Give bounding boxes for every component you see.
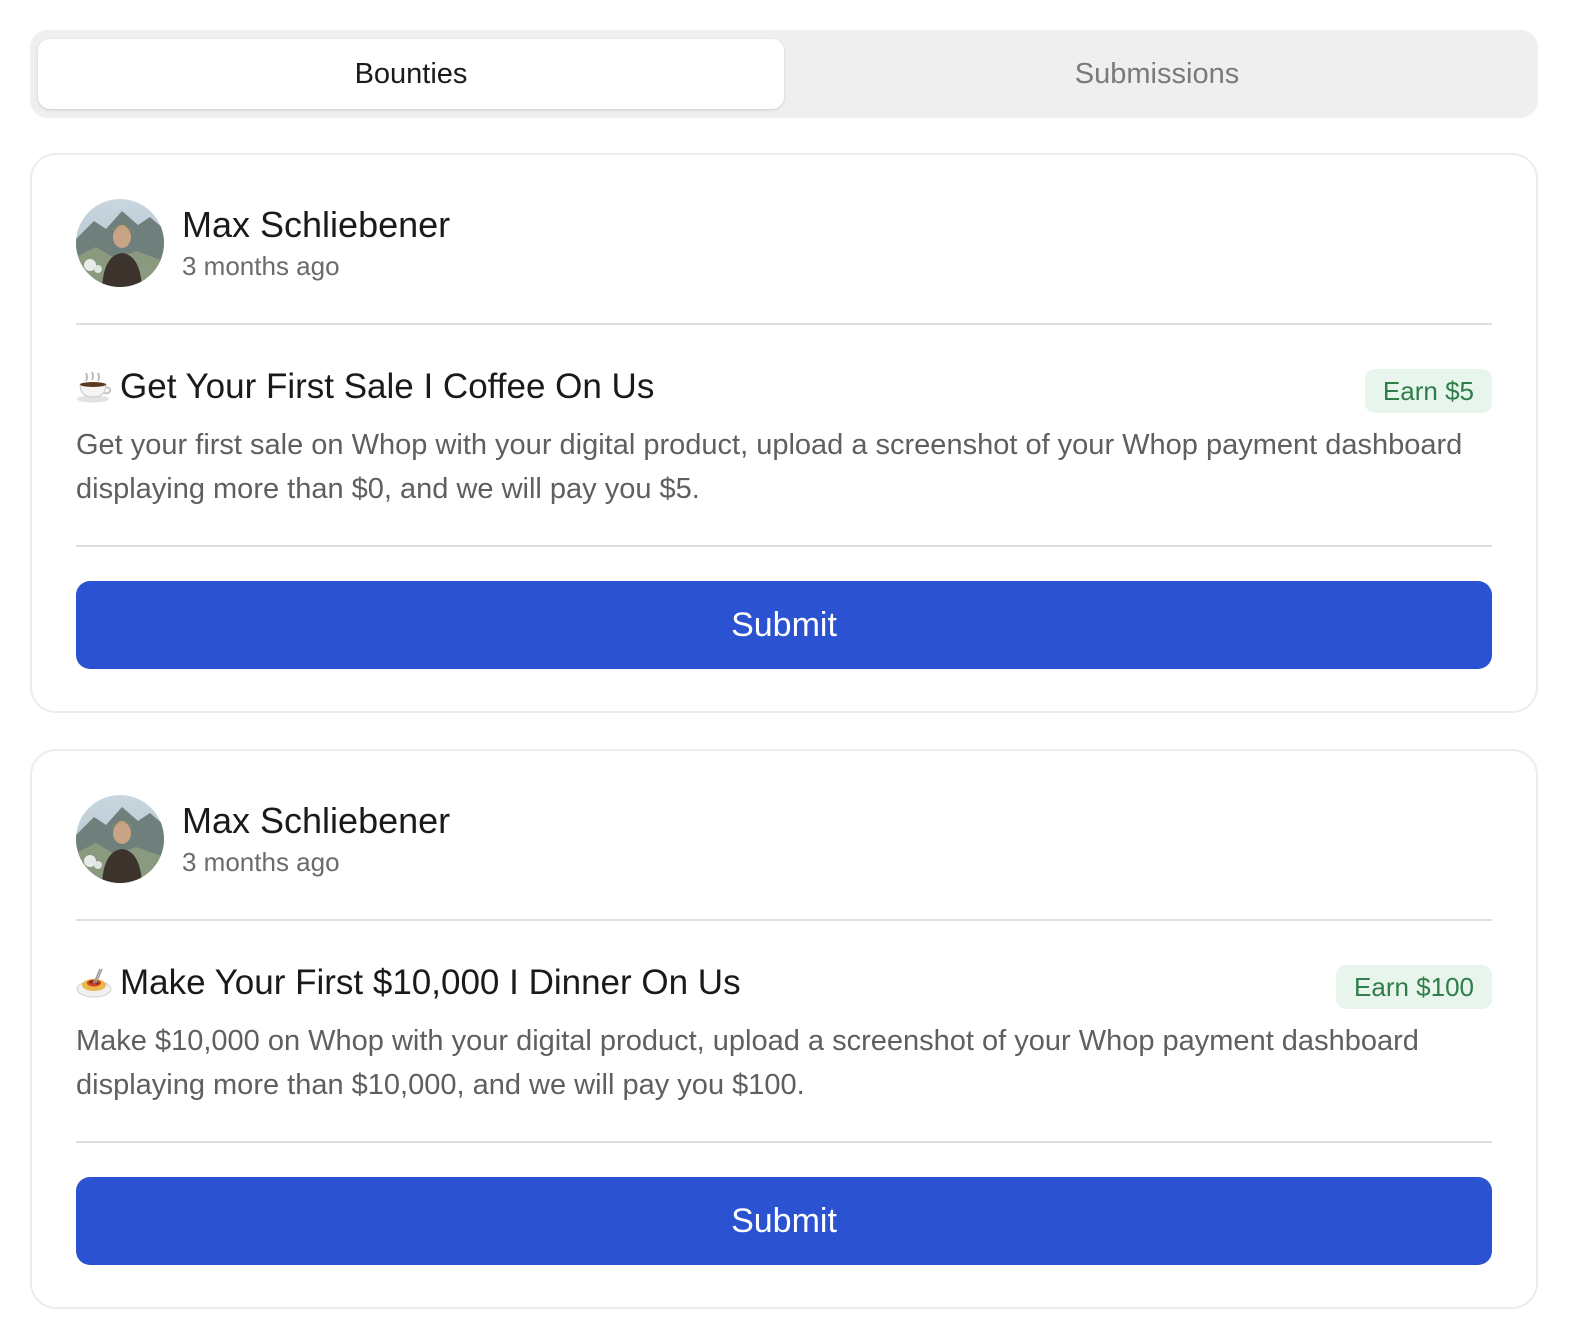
bounty-title-row: Make Your First $10,000 I Dinner On Us E… bbox=[76, 959, 1492, 1009]
author-name: Max Schliebener bbox=[182, 204, 451, 245]
author-row: Max Schliebener 3 months ago bbox=[76, 199, 450, 287]
bounty-title: Make Your First $10,000 I Dinner On Us bbox=[120, 963, 741, 1002]
post-timestamp: 3 months ago bbox=[182, 847, 340, 877]
bounty-description: Make $10,000 on Whop with your digital p… bbox=[76, 1025, 1419, 1101]
submit-button[interactable]: Submit bbox=[76, 1177, 1492, 1265]
pasta-bowl-icon bbox=[76, 965, 112, 1001]
avatar bbox=[76, 199, 164, 287]
coffee-cup-icon bbox=[76, 369, 112, 405]
submit-button[interactable]: Submit bbox=[76, 581, 1492, 669]
divider bbox=[76, 919, 1492, 921]
bounty-title: Get Your First Sale I Coffee On Us bbox=[120, 367, 655, 406]
divider bbox=[76, 323, 1492, 325]
author-name: Max Schliebener bbox=[182, 800, 451, 841]
tab-submissions[interactable]: Submissions bbox=[784, 39, 1530, 109]
avatar bbox=[76, 795, 164, 883]
reward-badge: Earn $100 bbox=[1336, 965, 1492, 1009]
divider bbox=[76, 1141, 1492, 1143]
tab-bar: Bounties Submissions bbox=[30, 30, 1538, 118]
bounty-card: Max Schliebener 3 months ago Get Your Fi… bbox=[30, 153, 1538, 713]
divider bbox=[76, 545, 1492, 547]
post-timestamp: 3 months ago bbox=[182, 251, 340, 281]
author-row: Max Schliebener 3 months ago bbox=[76, 795, 450, 883]
tab-bounties[interactable]: Bounties bbox=[38, 39, 784, 109]
bounty-card: Max Schliebener 3 months ago Make Your F… bbox=[30, 749, 1538, 1309]
reward-badge: Earn $5 bbox=[1364, 369, 1492, 413]
bounty-description: Get your first sale on Whop with your di… bbox=[76, 429, 1463, 505]
bounty-title-row: Get Your First Sale I Coffee On Us Earn … bbox=[76, 363, 1492, 413]
